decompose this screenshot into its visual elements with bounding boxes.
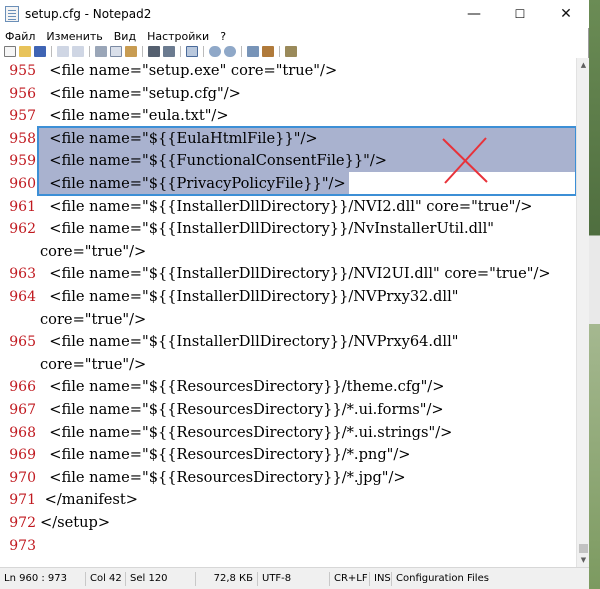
code-line[interactable]: </setup> (40, 512, 110, 535)
window-controls: — ☐ ✕ (451, 0, 589, 28)
code-line[interactable]: <file name="eula.txt"/> (40, 105, 228, 128)
status-insert-mode: INS (370, 571, 392, 586)
background-window (588, 0, 600, 589)
scroll-up-arrow-icon[interactable]: ▲ (577, 58, 590, 72)
code-line[interactable]: <file name="${{ResourcesDirectory}}/them… (40, 376, 444, 399)
notepad-app-icon (5, 6, 19, 22)
code-line[interactable]: <file name="${{InstallerDllDirectory}}/N… (40, 218, 494, 241)
line-number: 971 (9, 492, 36, 509)
line-number: 956 (9, 85, 36, 102)
always-on-top-icon[interactable] (285, 45, 297, 57)
menu-settings[interactable]: Настройки (142, 30, 215, 43)
maximize-button[interactable]: ☐ (497, 0, 543, 28)
status-file-size: 72,8 КБ (196, 571, 258, 586)
status-line-position: Ln 960 : 973 (0, 571, 86, 586)
menu-edit[interactable]: Изменить (41, 30, 108, 43)
code-line[interactable]: <file name="${{InstallerDllDirectory}}/N… (40, 331, 458, 354)
cut-icon[interactable] (95, 45, 107, 57)
toolbar-separator (279, 45, 280, 57)
zoom-out-icon[interactable] (224, 45, 236, 57)
open-folder-icon[interactable] (19, 45, 31, 57)
line-number: 960 (9, 176, 36, 192)
toolbar-separator (142, 45, 143, 57)
line-number: 968 (9, 424, 36, 441)
line-number: 970 (9, 469, 36, 486)
menu-help[interactable]: ? (215, 30, 232, 43)
title-bar[interactable]: setup.cfg - Notepad2 — ☐ ✕ (0, 0, 589, 28)
status-encoding[interactable]: UTF-8 (258, 571, 330, 586)
line-number: 967 (9, 402, 36, 418)
find-icon[interactable] (148, 45, 160, 57)
line-number: 955 (9, 63, 36, 79)
paste-icon[interactable] (125, 45, 137, 57)
line-number: 961 (9, 198, 36, 215)
scheme-icon[interactable] (247, 45, 259, 57)
code-line[interactable]: <file name="${{ResourcesDirectory}}/*.jp… (40, 467, 405, 490)
line-number: 958 (9, 130, 36, 147)
zoom-in-icon[interactable] (209, 45, 221, 57)
code-line[interactable]: <file name="${{InstallerDllDirectory}}/N… (40, 286, 458, 309)
code-line[interactable]: <file name="${{ResourcesDirectory}}/*.pn… (40, 444, 410, 467)
customize-scheme-icon[interactable] (262, 45, 274, 57)
vertical-scrollbar[interactable]: ▲ ▼ (576, 58, 589, 567)
code-line[interactable]: <file name="${{ResourcesDirectory}}/*.ui… (40, 422, 452, 445)
cross-mark-annotation (442, 137, 488, 184)
status-bar: Ln 960 : 973 Col 42 Sel 120 72,8 КБ UTF-… (0, 567, 589, 589)
code-line[interactable]: <file name="setup.cfg"/> (40, 83, 241, 106)
line-number: 969 (9, 447, 36, 464)
selection-highlight-frame (37, 126, 576, 196)
status-selection: Sel 120 (126, 571, 196, 586)
save-icon[interactable] (34, 45, 46, 57)
line-number: 966 (9, 379, 36, 396)
replace-icon[interactable] (163, 45, 175, 57)
line-number: 972 (9, 515, 36, 531)
code-line[interactable]: core="true"/> (40, 241, 146, 264)
line-number: 973 (9, 537, 36, 554)
text-editor[interactable]: 955 956 957 958 959 960 961 962 963 964 965 966 967 9… (0, 58, 576, 567)
toolbar-separator (180, 45, 181, 57)
line-number: 965 (9, 334, 36, 351)
line-number: 962 (9, 221, 36, 238)
toolbar-separator (203, 45, 204, 57)
redo-icon[interactable] (72, 45, 84, 57)
toolbar-separator (51, 45, 52, 57)
new-file-icon[interactable] (4, 45, 16, 57)
line-number-gutter: 955 956 957 958 959 960 961 962 963 964 965 966 967 9… (0, 58, 38, 567)
notepad2-window: setup.cfg - Notepad2 — ☐ ✕ Файл Изменить… (0, 0, 589, 589)
status-line-endings[interactable]: CR+LF (330, 571, 370, 586)
menu-file[interactable]: Файл (0, 30, 41, 43)
status-column: Col 42 (86, 571, 126, 586)
line-number: 959 (9, 153, 36, 170)
line-number: 964 (9, 289, 36, 305)
status-syntax-scheme[interactable]: Configuration Files (392, 572, 493, 586)
minimize-button[interactable]: — (451, 0, 497, 28)
line-number: 963 (9, 266, 36, 283)
copy-icon[interactable] (110, 45, 122, 57)
undo-icon[interactable] (57, 45, 69, 57)
close-button[interactable]: ✕ (543, 0, 589, 28)
code-line[interactable]: <file name="setup.exe" core="true"/> (40, 60, 337, 83)
code-line[interactable]: <file name="${{InstallerDllDirectory}}/N… (40, 196, 532, 219)
toolbar-separator (241, 45, 242, 57)
scroll-down-arrow-icon[interactable]: ▼ (577, 553, 590, 567)
scrollbar-thumb[interactable] (579, 544, 588, 553)
code-line[interactable]: <file name="${{ResourcesDirectory}}/*.ui… (40, 399, 443, 422)
toolbar (0, 44, 589, 58)
code-line[interactable]: <file name="${{InstallerDllDirectory}}/N… (40, 263, 550, 286)
menu-bar: Файл Изменить Вид Настройки ? (0, 28, 589, 44)
line-number: 957 (9, 108, 36, 125)
toolbar-separator (89, 45, 90, 57)
code-line[interactable]: core="true"/> (40, 354, 146, 377)
menu-view[interactable]: Вид (109, 30, 142, 43)
window-title: setup.cfg - Notepad2 (25, 7, 152, 21)
code-line[interactable]: core="true"/> (40, 309, 146, 332)
word-wrap-icon[interactable] (186, 45, 198, 57)
code-line[interactable]: </manifest> (40, 489, 138, 512)
